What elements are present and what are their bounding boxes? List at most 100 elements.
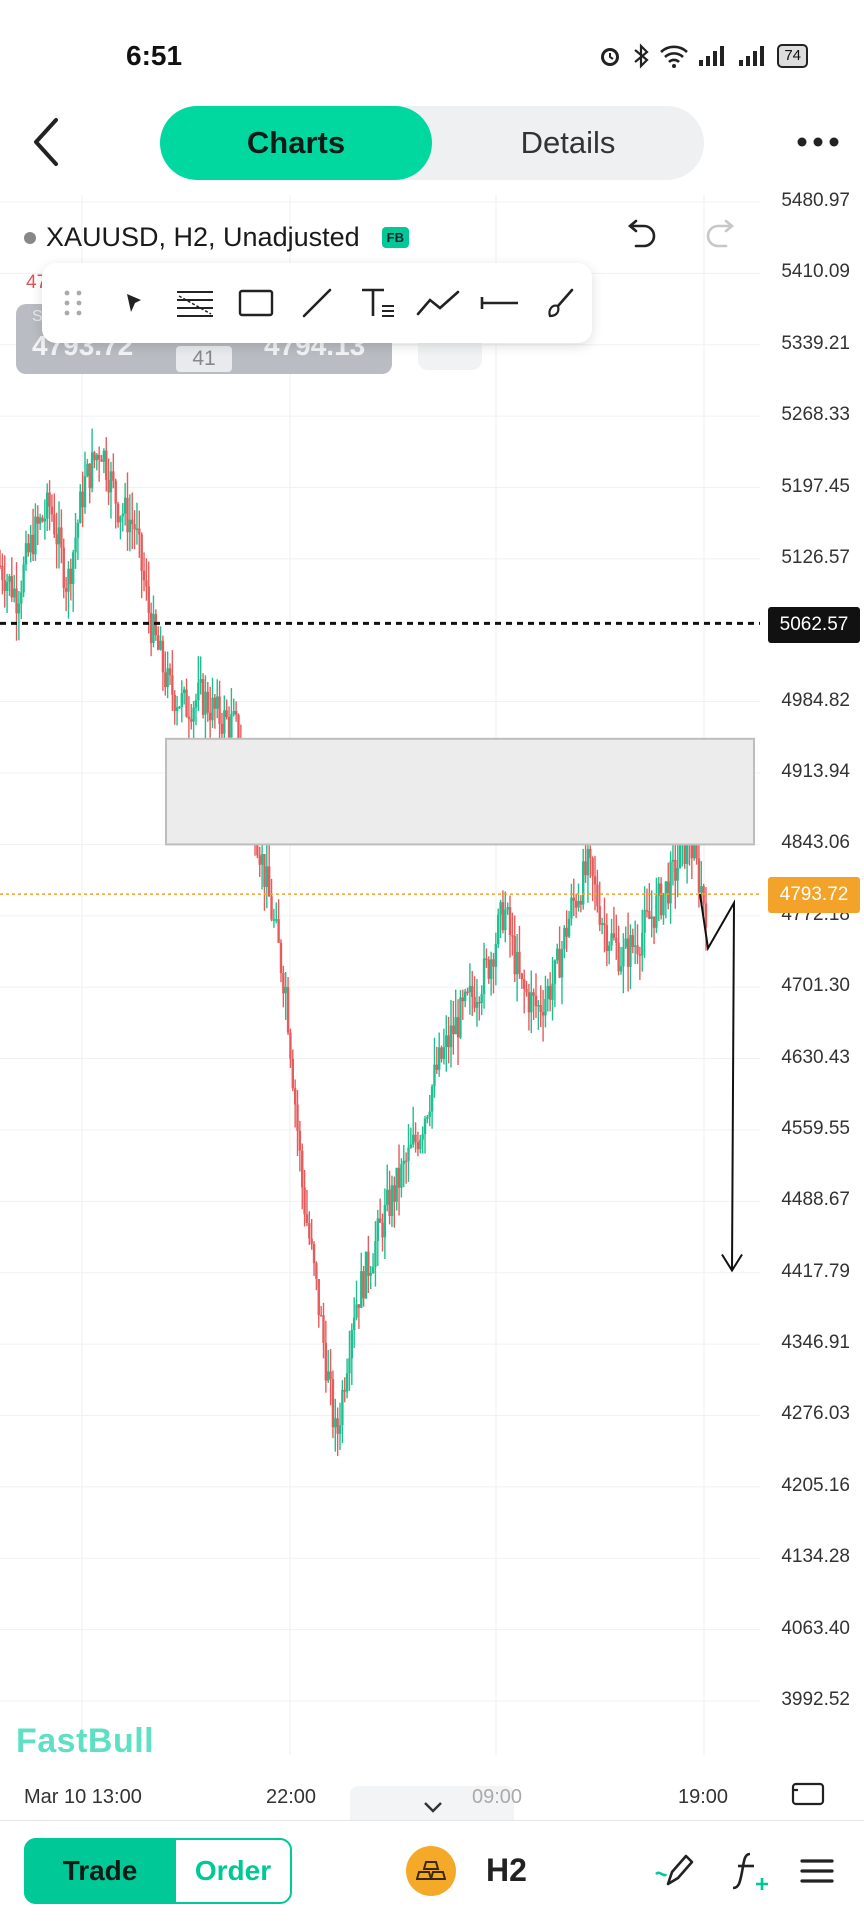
menu-button[interactable] [792,1846,842,1896]
candle-body [348,1358,351,1374]
horizontal-line-tool[interactable] [476,279,524,327]
candle-body [324,1342,328,1381]
cursor-icon [126,294,141,312]
price-tick-label: 4417.79 [781,1260,850,1282]
candle-body [520,973,524,980]
candle-body [140,534,143,571]
candle-body [633,945,637,947]
fib-tool[interactable] [171,279,219,327]
redo-button[interactable] [702,216,742,256]
candle-body [700,886,703,893]
candle-body [435,1064,439,1070]
candle-body [381,1222,384,1238]
draw-button[interactable] [652,1846,702,1896]
candle-body [442,1047,446,1059]
tab-details[interactable]: Details [432,106,704,180]
indicator-button[interactable] [726,1846,776,1896]
symbol-row[interactable]: XAUUSD, H2, Unadjusted FB [24,222,409,253]
candle-body [376,1218,379,1242]
candle-body [489,959,493,979]
candle-body [504,909,507,931]
candle-body [17,603,21,614]
candle-body [64,588,68,592]
candle-body [123,497,127,514]
candle-body [305,1214,309,1224]
candle-body [135,528,139,530]
candle-body [286,986,290,1033]
cursor-tool[interactable] [110,279,158,327]
candle-body [88,463,91,489]
candle-body [617,942,620,972]
candle-body [437,1047,441,1070]
candle-body [515,952,519,975]
gold-symbol-button[interactable] [406,1846,456,1896]
rectangle-tool[interactable] [232,279,280,327]
candle-body [501,902,505,931]
time-label: 19:00 [678,1786,729,1808]
candle-body [331,1379,335,1428]
candle-body [55,534,58,545]
candle-body [433,1064,436,1087]
candle-body [548,985,552,1000]
price-tick-label: 5126.57 [781,546,850,568]
candle-body [430,1086,434,1112]
fullscreen-button[interactable] [790,1780,830,1814]
candle-body [629,935,632,967]
candle-body [605,925,609,951]
candle-body [541,1011,545,1016]
price-tick-label: 5480.97 [781,190,850,211]
line-tool[interactable] [293,279,341,327]
candle-body [107,479,110,493]
candle-body [142,570,146,581]
candle-body [600,923,604,925]
candle-body [230,714,233,738]
trade-button[interactable]: Trade [24,1838,176,1904]
order-button[interactable]: Order [176,1838,290,1904]
price-tick-label: 5197.45 [781,475,850,497]
time-label: 09:00 [472,1786,523,1808]
resistance-zone [165,737,755,846]
candle-body [175,707,179,712]
candle-body [409,1144,413,1148]
candle-body [563,927,566,950]
timeframe-selector[interactable]: H2 [486,1852,527,1889]
price-chart[interactable] [0,195,864,1755]
candle-body [22,564,25,593]
candle-body [522,979,526,989]
candle-body [258,855,261,865]
candle-body [386,1189,389,1205]
candle-body [558,948,561,978]
candle-body [277,919,280,943]
price-tick-label: 5339.21 [781,332,850,354]
candle-body [577,901,580,908]
candle-body [355,1304,358,1318]
candle-body [603,923,606,926]
more-button[interactable] [792,122,844,162]
candle-body [664,881,668,894]
candle-body [194,700,198,708]
text-tool[interactable] [354,279,402,327]
candle-body [572,897,575,901]
candle-body [145,580,148,587]
polyline-tool[interactable] [415,279,463,327]
candle-body [338,1425,342,1434]
drag-handle[interactable] [49,279,97,327]
candle-body [131,519,134,525]
candle-body [265,866,269,888]
candle-body [79,491,82,523]
candle-body [466,991,469,994]
price-tick-label: 4559.55 [781,1117,850,1139]
candle-body [407,1147,410,1161]
candle-body [114,480,117,504]
undo-button[interactable] [620,216,660,256]
price-tick-label: 4913.94 [781,761,850,783]
brush-tool[interactable] [537,279,585,327]
price-tick-label: 4205.16 [781,1474,850,1496]
candle-body [46,492,49,519]
candle-body [345,1373,349,1392]
tab-charts[interactable]: Charts [160,106,432,180]
candle-body [636,945,639,955]
candle-body [400,1164,403,1188]
back-button[interactable] [22,112,82,172]
candle-body [157,635,160,650]
